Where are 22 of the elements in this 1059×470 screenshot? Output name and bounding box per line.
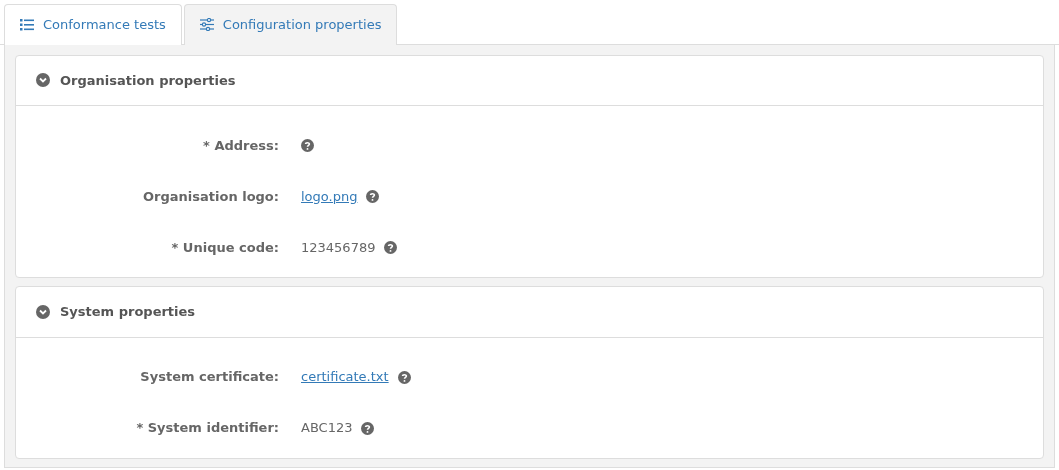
help-icon — [361, 421, 375, 435]
list-icon — [20, 18, 34, 32]
file-link[interactable]: logo.png — [301, 186, 358, 207]
help-icon — [301, 139, 314, 152]
property-label: * Address: — [202, 136, 280, 155]
sliders-icon — [199, 18, 214, 32]
property-label: System certificate: — [139, 368, 280, 387]
help-icon — [397, 370, 411, 384]
property-label: Organisation logo: — [142, 187, 280, 206]
help-icon — [384, 241, 398, 254]
tab[interactable]: Configuration properties — [183, 4, 398, 45]
help-icon — [366, 190, 380, 203]
tab[interactable]: Conformance tests — [4, 4, 182, 45]
section-title: System properties — [60, 303, 196, 321]
property-value: 123456789 — [301, 238, 376, 257]
property-label: * System identifier: — [135, 419, 280, 438]
property-value: ABC123 — [301, 419, 353, 438]
section-title: Organisation properties — [60, 71, 236, 90]
chevron-down-icon[interactable] — [36, 304, 50, 319]
chevron-down-icon[interactable] — [36, 73, 50, 88]
file-link[interactable]: certificate.txt — [301, 367, 389, 387]
property-label: * Unique code: — [170, 238, 280, 257]
